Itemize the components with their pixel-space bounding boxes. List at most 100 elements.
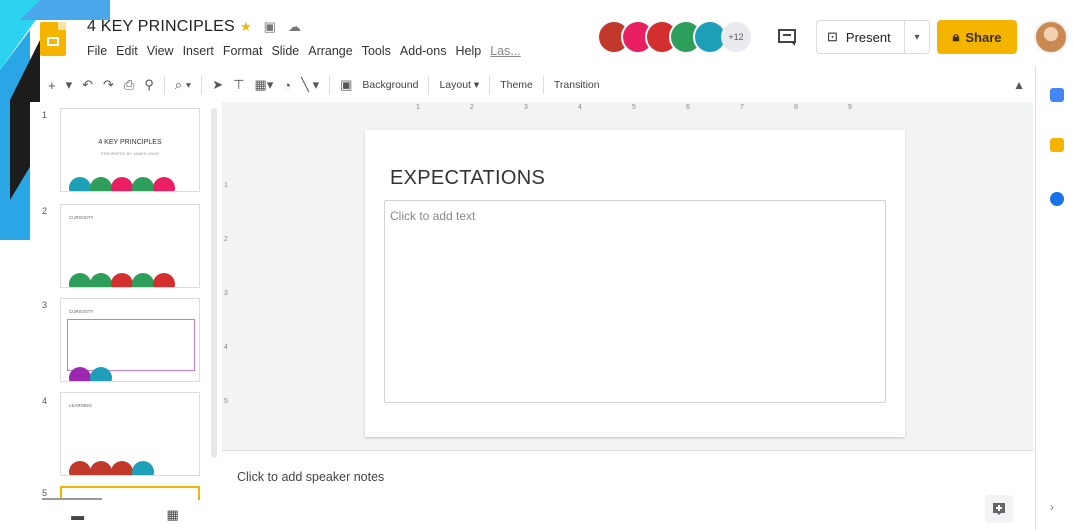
menu-edit[interactable]: Edit xyxy=(116,44,138,58)
toolbar-divider xyxy=(542,76,544,94)
filmstrip-view-icon[interactable]: ▬ xyxy=(71,508,84,523)
slide-thumbnail-1[interactable]: 4 KEY PRINCIPLES PRESENTED BY JAMES HANG xyxy=(60,108,200,192)
ruler-tick: 2 xyxy=(470,104,474,111)
layout-label: Layout xyxy=(439,79,471,91)
line-icon[interactable]: ╲ ▾ xyxy=(301,77,319,93)
ruler-tick: 5 xyxy=(224,398,228,405)
grid-view-icon[interactable]: ▦ xyxy=(167,507,179,523)
text-box-icon[interactable]: ⊤ xyxy=(233,77,244,93)
ruler-tick: 3 xyxy=(224,290,228,297)
filmstrip-view-switcher: ▬ ▦ xyxy=(30,498,220,530)
slide-thumbnail-2[interactable]: CURIOSITY xyxy=(60,204,200,288)
cloud-status-icon[interactable]: ☁ xyxy=(288,19,301,35)
ruler-tick: 2 xyxy=(224,236,228,243)
thumbnail-heading: CURIOSITY xyxy=(69,215,94,220)
slide-body-placeholder[interactable]: Click to add text xyxy=(384,200,886,403)
slide-number: 5 xyxy=(42,488,48,498)
toolbar-divider xyxy=(329,76,331,94)
ruler-tick: 7 xyxy=(740,104,744,111)
menu-add-ons[interactable]: Add-ons xyxy=(400,44,447,58)
menu-format[interactable]: Format xyxy=(223,44,263,58)
collaborator-avatars: +12 xyxy=(597,20,751,54)
active-view-indicator xyxy=(42,498,102,500)
comment-history-icon[interactable] xyxy=(776,26,798,48)
transition-button[interactable]: Transition xyxy=(554,79,600,91)
zoom-icon[interactable]: ⌕ ▾ xyxy=(175,77,191,93)
notes-resize-handle[interactable] xyxy=(222,450,1033,458)
slide-number: 2 xyxy=(42,206,48,216)
slide-number: 1 xyxy=(42,110,48,120)
ruler-tick: 1 xyxy=(224,182,228,189)
present-label: Present xyxy=(845,29,891,45)
toolbar-divider xyxy=(201,76,203,94)
current-slide: EXPECTATIONS Click to add text xyxy=(365,130,905,437)
calendar-icon[interactable] xyxy=(1050,88,1064,102)
collapse-toolbar-icon[interactable]: ▲ xyxy=(1013,78,1025,92)
tasks-icon[interactable] xyxy=(1050,192,1064,206)
last-edit-link[interactable]: Las... xyxy=(490,44,521,58)
ruler-tick: 4 xyxy=(578,104,582,111)
menu-file[interactable]: File xyxy=(87,44,107,58)
background-button[interactable]: Background xyxy=(362,79,418,91)
document-title[interactable]: 4 KEY PRINCIPLES xyxy=(87,18,235,36)
slide-number: 3 xyxy=(42,300,48,310)
menu-arrange[interactable]: Arrange xyxy=(308,44,352,58)
menu-view[interactable]: View xyxy=(147,44,174,58)
present-dropdown-icon[interactable]: ▾ xyxy=(905,32,929,43)
layout-button[interactable]: Layout ▾ xyxy=(439,79,479,91)
thumbnail-title: 4 KEY PRINCIPLES xyxy=(98,139,162,146)
ruler-tick: 8 xyxy=(794,104,798,111)
slides-logo-icon[interactable] xyxy=(40,22,66,56)
speaker-notes-field[interactable]: Click to add speaker notes xyxy=(237,470,384,484)
account-avatar[interactable] xyxy=(1034,20,1068,54)
image-icon[interactable]: ▦▾ xyxy=(254,77,273,93)
ruler-tick: 3 xyxy=(524,104,528,111)
shape-icon[interactable]: ◔ xyxy=(283,78,291,93)
expand-side-panel-icon[interactable]: › xyxy=(1050,500,1054,514)
filmstrip-scrollbar[interactable] xyxy=(211,108,217,458)
side-panel xyxy=(1035,66,1073,530)
share-button[interactable]: 🔒︎ Share xyxy=(937,20,1017,54)
slide-filmstrip: 1 4 KEY PRINCIPLES PRESENTED BY JAMES HA… xyxy=(30,102,220,500)
paint-format-icon[interactable]: ⚲ xyxy=(144,77,154,93)
thumbnail-heading: CURIOSITY xyxy=(69,309,94,314)
toolbar-divider xyxy=(163,76,165,94)
menu-tools[interactable]: Tools xyxy=(362,44,391,58)
menu-help[interactable]: Help xyxy=(455,44,481,58)
toolbar: + ▾ ↶ ↷ ⎙ ⚲ ⌕ ▾ ➤ ⊤ ▦▾ ◔ ╲ ▾ ▣ Backgroun… xyxy=(40,70,1033,100)
present-button[interactable]: ⊡ Present ▾ xyxy=(816,20,930,54)
keep-icon[interactable] xyxy=(1050,138,1064,152)
undo-icon[interactable]: ↶ xyxy=(82,77,93,93)
toolbar-divider xyxy=(428,76,430,94)
redo-icon[interactable]: ↷ xyxy=(103,77,114,93)
menu-insert[interactable]: Insert xyxy=(183,44,214,58)
new-slide-dropdown-icon[interactable]: ▾ xyxy=(66,77,73,93)
ruler-tick: 9 xyxy=(848,104,852,111)
slide-thumbnail-4[interactable]: LEARNING xyxy=(60,392,200,476)
thumbnail-heading: LEARNING xyxy=(69,403,93,408)
comment-icon[interactable]: ▣ xyxy=(340,77,352,93)
star-icon[interactable]: ★ xyxy=(240,19,252,35)
theme-button[interactable]: Theme xyxy=(500,79,533,91)
ruler-tick: 1 xyxy=(416,104,420,111)
menu-slide[interactable]: Slide xyxy=(271,44,299,58)
ruler-tick: 4 xyxy=(224,344,228,351)
present-icon: ⊡ xyxy=(827,29,838,44)
vertical-ruler: 1 2 3 4 5 xyxy=(224,132,234,432)
print-icon[interactable]: ⎙ xyxy=(124,77,134,93)
horizontal-ruler: 1 2 3 4 5 6 7 8 9 xyxy=(366,104,904,114)
explore-icon[interactable] xyxy=(985,495,1013,523)
slide-thumbnail-3[interactable]: CURIOSITY xyxy=(60,298,200,382)
thumbnail-content-box xyxy=(67,319,195,371)
lock-icon: 🔒︎ xyxy=(952,29,960,44)
move-folder-icon[interactable]: ▣ xyxy=(264,19,276,35)
more-collaborators-badge[interactable]: +12 xyxy=(721,22,751,52)
share-label: Share xyxy=(965,29,1002,45)
menu-bar: File Edit View Insert Format Slide Arran… xyxy=(87,44,521,58)
slide-title[interactable]: EXPECTATIONS xyxy=(390,167,545,190)
select-icon[interactable]: ➤ xyxy=(212,77,223,93)
slide-number: 4 xyxy=(42,396,48,406)
toolbar-divider xyxy=(489,76,491,94)
ruler-tick: 6 xyxy=(686,104,690,111)
new-slide-icon[interactable]: + xyxy=(48,78,56,93)
